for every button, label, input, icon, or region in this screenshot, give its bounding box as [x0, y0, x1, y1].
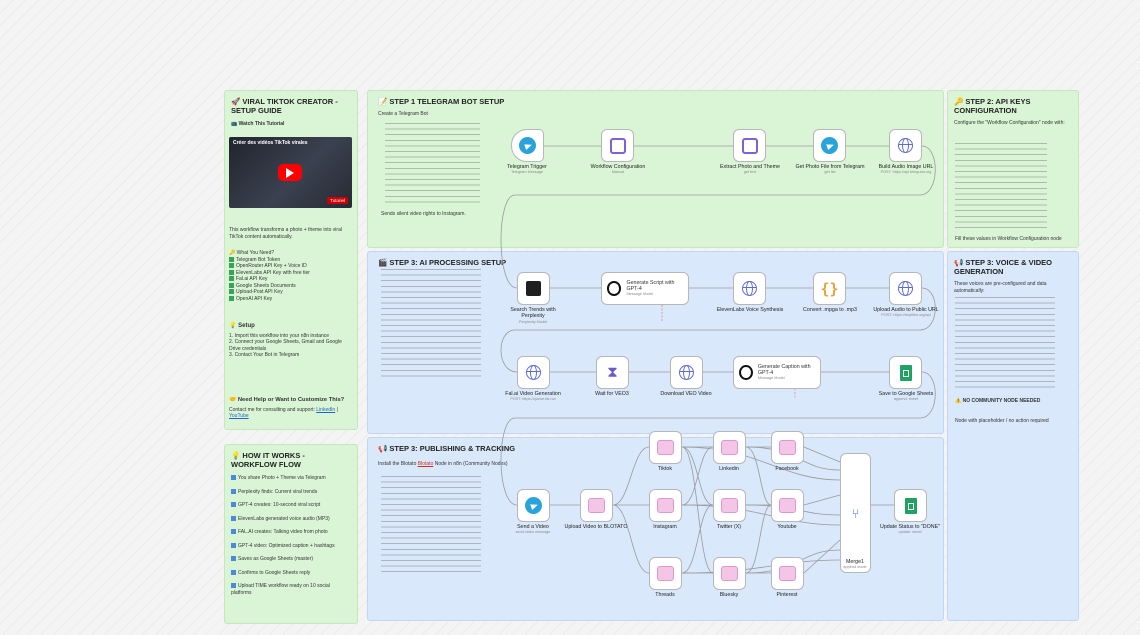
bluesky-node[interactable] — [713, 557, 746, 590]
youtube-node[interactable] — [771, 489, 804, 522]
hourglass-icon: ⧗ — [607, 364, 618, 381]
telegram-trigger-label: Telegram Trigger Telegram Message — [507, 164, 547, 175]
search-trends-node[interactable] — [517, 272, 550, 305]
globe-icon — [898, 138, 913, 153]
telegram-icon — [821, 137, 838, 154]
merge-label: Merge1 append mode — [843, 559, 867, 570]
voice-synthesis-label: ElevenLabs Voice Synthesis — [716, 307, 784, 313]
globe-icon — [898, 281, 913, 296]
save-sheets-node[interactable] — [889, 356, 922, 389]
extract-photo-node[interactable] — [733, 129, 766, 162]
workflow-configuration-label: Workflow Configuration Manual — [590, 164, 646, 175]
merge-node[interactable]: ⑂ — [840, 453, 871, 573]
fal-video-label: Fal.ai Video Generation POST: https://que… — [505, 391, 561, 402]
globe-icon — [679, 365, 694, 380]
send-video-node[interactable] — [517, 489, 550, 522]
download-video-label: Download VEO Video — [660, 391, 712, 397]
openai-icon — [739, 365, 753, 380]
blotato-icon — [721, 440, 738, 455]
blotato-icon — [657, 440, 674, 455]
tiktok-node[interactable] — [649, 431, 682, 464]
youtube-label: Youtube — [777, 524, 797, 530]
search-trends-label: Search Trends with Perplexity Perplexity … — [510, 307, 556, 324]
update-status-label: Update Status to "DONE" update: sheet — [880, 524, 940, 535]
linkedin-node[interactable] — [713, 431, 746, 464]
perplexity-icon — [526, 281, 541, 296]
blotato-icon — [721, 498, 738, 513]
upload-audio-label: Upload Audio to Public URL POST: https://… — [873, 307, 939, 318]
globe-icon — [526, 365, 541, 380]
extract-photo-label: Extract Photo and Theme get text — [720, 164, 780, 175]
openai-icon — [607, 281, 622, 296]
instagram-node[interactable] — [649, 489, 682, 522]
google-sheets-icon — [899, 364, 912, 381]
telegram-trigger-node[interactable] — [511, 129, 544, 162]
blotato-icon — [779, 498, 796, 513]
threads-node[interactable] — [649, 557, 682, 590]
pinterest-node[interactable] — [771, 557, 804, 590]
voice-synthesis-node[interactable] — [733, 272, 766, 305]
edit-icon — [741, 137, 758, 154]
wait-veo-label: Wait for VEO3 — [595, 391, 629, 397]
globe-icon — [742, 281, 757, 296]
instagram-label: Instagram — [653, 524, 677, 530]
blotato-icon — [657, 498, 674, 513]
update-status-node[interactable] — [894, 489, 927, 522]
convert-mp3-label: Convert .mpga to .mp3 — [803, 307, 857, 313]
fal-video-node[interactable] — [517, 356, 550, 389]
twitter-node[interactable] — [713, 489, 746, 522]
save-sheets-label: Save to Google Sheets append: sheet — [878, 391, 934, 402]
upload-audio-node[interactable] — [889, 272, 922, 305]
upload-blotato-node[interactable] — [580, 489, 613, 522]
upload-blotato-label: Upload Video to BLOTATO — [564, 524, 628, 530]
blotato-icon — [721, 566, 738, 581]
blotato-icon — [588, 498, 605, 513]
facebook-label: Facebook — [775, 466, 799, 472]
download-video-node[interactable] — [670, 356, 703, 389]
telegram-icon — [519, 137, 536, 154]
merge-icon: ⑂ — [851, 505, 860, 521]
generate-caption-label: Generate Caption with GPT-4 Message Model — [757, 363, 811, 381]
build-url-node[interactable] — [889, 129, 922, 162]
blotato-icon — [779, 440, 796, 455]
workflow-connections — [500, 145, 936, 574]
edit-icon — [609, 137, 626, 154]
blotato-icon — [779, 566, 796, 581]
generate-script-label: Generate Script with GPT-4 Message Model — [626, 279, 675, 297]
facebook-node[interactable] — [771, 431, 804, 464]
google-sheets-icon — [904, 497, 917, 514]
workflow-configuration-node[interactable] — [601, 129, 634, 162]
get-photo-label: Get Photo File from Telegram get file — [795, 164, 865, 175]
build-url-label: Build Audio Image URL POST: https://api.t… — [878, 164, 934, 175]
telegram-icon — [525, 497, 542, 514]
generate-caption-node[interactable]: Generate Caption with GPT-4 Message Model — [733, 356, 821, 389]
send-video-label: Send a Video send video message — [515, 524, 551, 535]
convert-mp3-node[interactable]: {} — [813, 272, 846, 305]
pinterest-label: Pinterest — [776, 592, 798, 598]
blotato-icon — [657, 566, 674, 581]
tiktok-label: Tiktok — [658, 466, 672, 472]
wait-veo-node[interactable]: ⧗ — [596, 356, 629, 389]
code-icon: {} — [820, 279, 839, 298]
generate-script-node[interactable]: Generate Script with GPT-4 Message Model — [601, 272, 689, 305]
threads-label: Threads — [655, 592, 675, 598]
get-photo-node[interactable] — [813, 129, 846, 162]
